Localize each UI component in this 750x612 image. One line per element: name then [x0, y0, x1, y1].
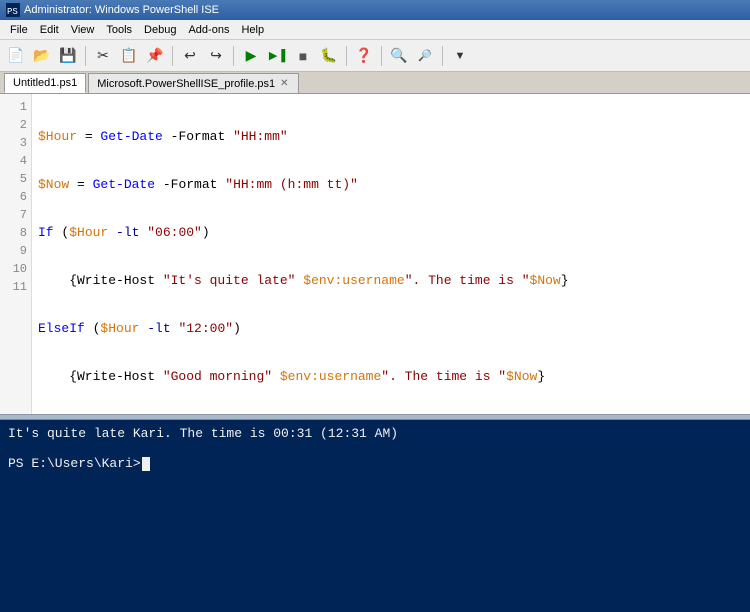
menu-addons[interactable]: Add-ons [182, 23, 235, 37]
tab-close-profile[interactable]: ✕ [279, 78, 289, 89]
menu-file[interactable]: File [4, 23, 34, 37]
code-line-3: If ($Hour -lt "06:00") [38, 224, 744, 242]
svg-text:PS: PS [7, 7, 18, 17]
menu-view[interactable]: View [65, 23, 101, 37]
code-line-2: $Now = Get-Date -Format "HH:mm (h:mm tt)… [38, 176, 744, 194]
toolbar-separator-6 [442, 46, 443, 66]
code-line-1: $Hour = Get-Date -Format "HH:mm" [38, 128, 744, 146]
more-button[interactable]: ▼ [448, 44, 472, 68]
menu-bar: File Edit View Tools Debug Add-ons Help [0, 20, 750, 40]
tab-label-untitled1: Untitled1.ps1 [13, 77, 77, 89]
new-file-button[interactable]: 📄 [4, 44, 28, 68]
toolbar-separator-2 [172, 46, 173, 66]
title-bar: PS Administrator: Windows PowerShell ISE [0, 0, 750, 20]
code-line-5: ElseIf ($Hour -lt "12:00") [38, 320, 744, 338]
cut-button[interactable]: ✂ [91, 44, 115, 68]
save-button[interactable]: 💾 [56, 44, 80, 68]
toolbar-separator-1 [85, 46, 86, 66]
toolbar-separator-4 [346, 46, 347, 66]
open-file-button[interactable]: 📂 [30, 44, 54, 68]
tabs-bar: Untitled1.ps1 Microsoft.PowerShellISE_pr… [0, 72, 750, 94]
paste-button[interactable]: 📌 [143, 44, 167, 68]
tab-label-profile: Microsoft.PowerShellISE_profile.ps1 [97, 78, 275, 90]
menu-debug[interactable]: Debug [138, 23, 182, 37]
console-cursor [142, 457, 150, 471]
title-text: Administrator: Windows PowerShell ISE [24, 4, 219, 16]
menu-tools[interactable]: Tools [100, 23, 138, 37]
run-button[interactable]: ▶ [239, 44, 263, 68]
console-prompt: PS E:\Users\Kari> [8, 456, 141, 471]
toolbar-separator-3 [233, 46, 234, 66]
help-button[interactable]: ❓ [352, 44, 376, 68]
debug-button[interactable]: 🐛 [317, 44, 341, 68]
line-numbers: 1 2 3 4 5 6 7 8 9 10 11 [0, 94, 32, 414]
console-output[interactable]: It's quite late Kari. The time is 00:31 … [0, 420, 750, 612]
menu-help[interactable]: Help [235, 23, 270, 37]
menu-edit[interactable]: Edit [34, 23, 65, 37]
stop-button[interactable]: ■ [291, 44, 315, 68]
code-line-6: {Write-Host "Good morning" $env:username… [38, 368, 744, 386]
code-line-4: {Write-Host "It's quite late" $env:usern… [38, 272, 744, 290]
zoom-out-button[interactable]: 🔎 [413, 44, 437, 68]
console-container: It's quite late Kari. The time is 00:31 … [0, 420, 750, 612]
code-editor[interactable]: $Hour = Get-Date -Format "HH:mm" $Now = … [32, 94, 750, 414]
tab-profile[interactable]: Microsoft.PowerShellISE_profile.ps1 ✕ [88, 73, 298, 93]
toolbar-separator-5 [381, 46, 382, 66]
redo-button[interactable]: ↪ [204, 44, 228, 68]
console-output-line: It's quite late Kari. The time is 00:31 … [8, 426, 398, 441]
toolbar: 📄 📂 💾 ✂ 📋 📌 ↩ ↪ ▶ ▶▐ ■ 🐛 ❓ 🔍 🔎 ▼ [0, 40, 750, 72]
powershell-icon: PS [6, 3, 20, 17]
run-selection-button[interactable]: ▶▐ [265, 44, 289, 68]
editor-area: 1 2 3 4 5 6 7 8 9 10 11 $Hour = Get-Date… [0, 94, 750, 414]
undo-button[interactable]: ↩ [178, 44, 202, 68]
tab-untitled1[interactable]: Untitled1.ps1 [4, 73, 86, 93]
copy-button[interactable]: 📋 [117, 44, 141, 68]
zoom-in-button[interactable]: 🔍 [387, 44, 411, 68]
